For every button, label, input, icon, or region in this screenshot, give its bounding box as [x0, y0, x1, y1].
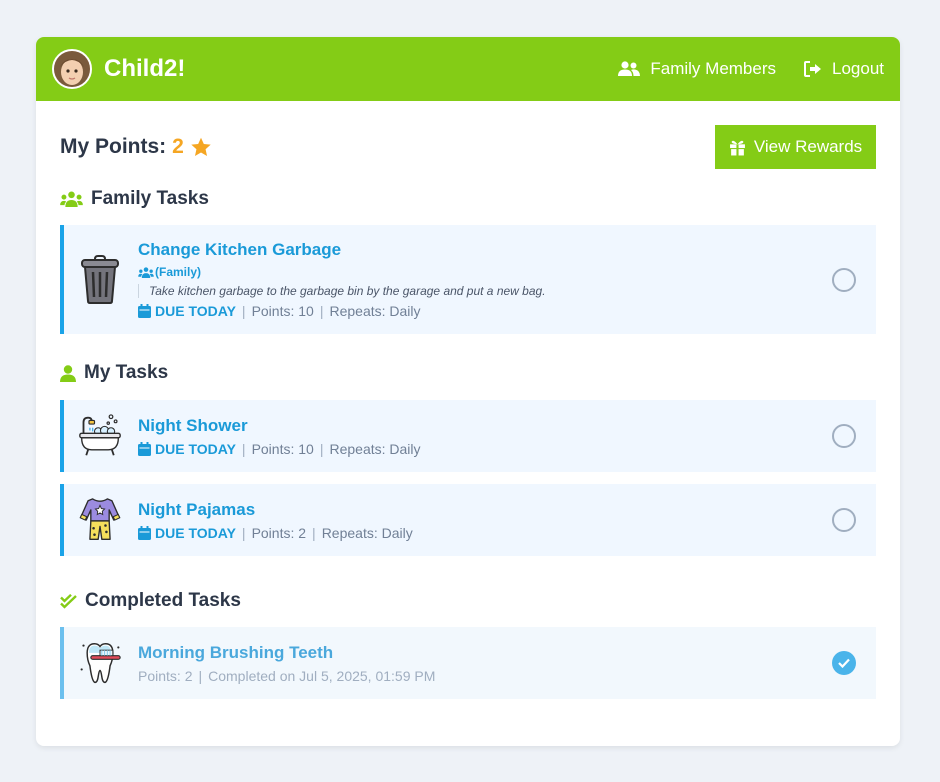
task-card[interactable]: Night Shower DUE TODAY | Points: 10 | Re… — [60, 400, 876, 472]
complete-task-checkbox[interactable] — [832, 424, 856, 448]
user-icon — [60, 364, 76, 382]
meta-separator: | — [241, 524, 246, 541]
family-tasks-title: Family Tasks — [91, 188, 209, 209]
points-label: My Points: — [60, 135, 167, 158]
calendar-icon — [138, 525, 151, 540]
meta-separator: | — [198, 667, 203, 684]
due-badge: DUE TODAY — [138, 303, 236, 319]
family-group-icon — [138, 266, 154, 278]
tooth-icon — [78, 638, 122, 688]
meta-separator: | — [241, 440, 246, 457]
task-body: Change Kitchen Garbage (Family) Take kit… — [138, 240, 876, 319]
my-tasks-heading: My Tasks — [60, 362, 876, 384]
completed-tasks-title: Completed Tasks — [85, 590, 241, 611]
completed-tasks-heading: Completed Tasks — [60, 590, 876, 612]
task-repeats: Repeats: Daily — [329, 440, 421, 457]
task-meta: Points: 2 | Completed on Jul 5, 2025, 01… — [138, 668, 876, 684]
bathtub-icon — [78, 411, 122, 461]
complete-task-checkbox[interactable] — [832, 508, 856, 532]
task-points: Points: 2 — [251, 524, 307, 541]
trash-can-icon — [78, 254, 122, 305]
sign-out-icon — [804, 61, 821, 77]
family-tag: (Family) — [138, 265, 876, 279]
task-body: Night Shower DUE TODAY | Points: 10 | Re… — [138, 416, 876, 457]
completed-checkbox[interactable] — [832, 651, 856, 675]
task-repeats: Repeats: Daily — [329, 303, 421, 319]
due-badge: DUE TODAY — [138, 441, 236, 457]
task-repeats: Repeats: Daily — [321, 524, 413, 541]
users-icon — [618, 61, 641, 76]
logout-label: Logout — [832, 59, 884, 78]
view-rewards-button[interactable]: View Rewards — [715, 125, 876, 169]
top-bar: Child2! Family Members Logout — [36, 37, 900, 101]
task-points: Points: 10 — [251, 303, 314, 319]
pajamas-icon — [78, 495, 122, 545]
task-title: Change Kitchen Garbage — [138, 240, 342, 259]
task-title: Night Shower — [138, 415, 248, 435]
calendar-icon — [138, 304, 151, 318]
due-label: DUE TODAY — [155, 303, 236, 319]
task-points: Points: 2 — [138, 667, 193, 684]
task-card[interactable]: Change Kitchen Garbage (Family) Take kit… — [60, 225, 876, 334]
task-meta: DUE TODAY | Points: 2 | Repeats: Daily — [138, 525, 876, 541]
task-body: Night Pajamas DUE TODAY | Points: 2 | Re… — [138, 500, 876, 541]
due-label: DUE TODAY — [155, 524, 236, 541]
my-tasks-title: My Tasks — [84, 362, 169, 383]
family-tasks-heading: Family Tasks — [60, 188, 876, 210]
checkmark-icon — [838, 658, 850, 668]
main-card: Child2! Family Members Logout My Points: — [36, 37, 900, 746]
star-icon — [191, 137, 211, 156]
avatar[interactable] — [52, 49, 92, 89]
meta-separator: | — [319, 440, 324, 457]
task-meta: DUE TODAY | Points: 10 | Repeats: Daily — [138, 303, 876, 319]
family-members-link[interactable]: Family Members — [618, 59, 776, 79]
meta-separator: | — [319, 303, 324, 319]
view-rewards-label: View Rewards — [753, 137, 863, 156]
family-group-icon — [60, 190, 83, 207]
task-meta: DUE TODAY | Points: 10 | Repeats: Daily — [138, 441, 876, 457]
calendar-icon — [138, 441, 151, 456]
user-greeting: Child2! — [104, 55, 186, 82]
task-card[interactable]: Night Pajamas DUE TODAY | Points: 2 | Re… — [60, 484, 876, 556]
family-tag-label: (Family) — [155, 265, 202, 279]
complete-task-checkbox[interactable] — [832, 267, 856, 292]
family-members-label: Family Members — [650, 59, 776, 78]
double-check-icon — [60, 593, 77, 609]
task-card[interactable]: Morning Brushing Teeth Points: 2 | Compl… — [60, 627, 876, 699]
meta-separator: | — [312, 524, 316, 541]
points-value: 2 — [172, 135, 184, 158]
points-row: My Points: 2 View Rewards — [60, 125, 876, 169]
completed-timestamp: Completed on Jul 5, 2025, 01:59 PM — [208, 667, 436, 684]
due-label: DUE TODAY — [155, 440, 236, 457]
task-title: Morning Brushing Teeth — [138, 642, 334, 662]
due-badge: DUE TODAY — [138, 525, 236, 541]
gift-icon — [729, 140, 745, 156]
meta-separator: | — [241, 303, 246, 319]
logout-link[interactable]: Logout — [804, 59, 884, 79]
dashboard-content: My Points: 2 View Rewards Family Tasks C… — [36, 101, 900, 699]
task-description: Take kitchen garbage to the garbage bin … — [138, 284, 876, 298]
task-title: Night Pajamas — [138, 499, 256, 519]
task-points: Points: 10 — [251, 440, 314, 457]
points-display: My Points: 2 — [60, 135, 212, 159]
task-body: Morning Brushing Teeth Points: 2 | Compl… — [138, 643, 876, 684]
